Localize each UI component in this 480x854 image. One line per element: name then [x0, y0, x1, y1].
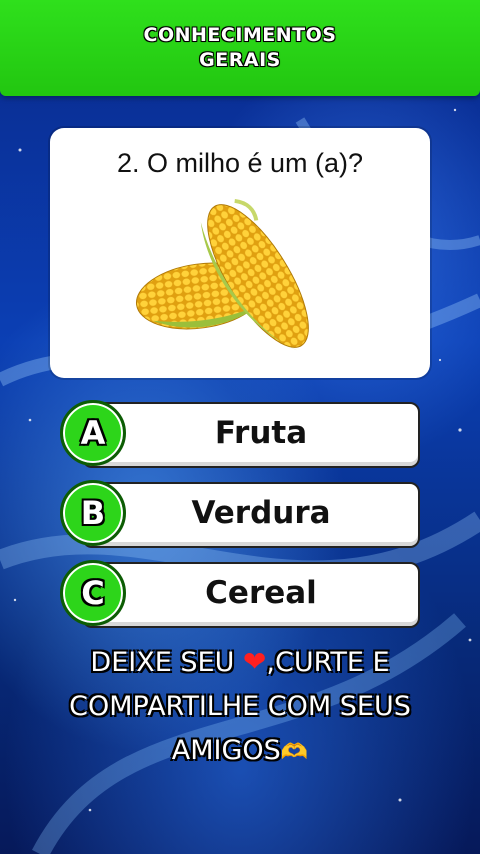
question-card: 2. O milho é um (a)?	[50, 128, 430, 378]
cta-text-part1: DEIXE SEU	[90, 647, 243, 678]
cta-line1: DEIXE SEU ❤,CURTE E	[0, 640, 480, 685]
cta-text-line3: AMIGOS	[171, 735, 281, 766]
option-a-letter: A	[80, 414, 106, 452]
cta-text-part2: ,CURTE E	[266, 647, 390, 678]
quiz-header: CONHECIMENTOS GERAIS	[0, 0, 480, 96]
option-a-label: Fruta	[214, 415, 308, 451]
question-text: 2. O milho é um (a)?	[116, 148, 364, 178]
cta-line3: AMIGOS🫶	[0, 729, 480, 775]
option-b-button[interactable]: Verdura B	[60, 480, 420, 548]
option-c-button[interactable]: Cereal C	[60, 560, 420, 628]
option-c-letter: C	[81, 574, 105, 612]
option-a-badge: A	[60, 400, 126, 466]
heart-icon: ❤	[242, 645, 267, 678]
header-title-line1: CONHECIMENTOS	[143, 24, 337, 46]
option-b-label: Verdura	[191, 495, 331, 531]
heart-hands-icon: 🫶	[280, 740, 309, 765]
header-title-line2: GERAIS	[199, 49, 281, 71]
option-c-badge: C	[60, 560, 126, 626]
option-b-badge: B	[60, 480, 126, 546]
corn-image	[135, 198, 309, 351]
cta-line2: COMPARTILHE COM SEUS	[69, 691, 411, 722]
call-to-action: DEIXE SEU ❤,CURTE E COMPARTILHE COM SEUS…	[0, 640, 480, 775]
option-b-letter: B	[80, 494, 106, 532]
option-c-label: Cereal	[205, 575, 317, 611]
option-a-button[interactable]: Fruta A	[60, 400, 420, 468]
